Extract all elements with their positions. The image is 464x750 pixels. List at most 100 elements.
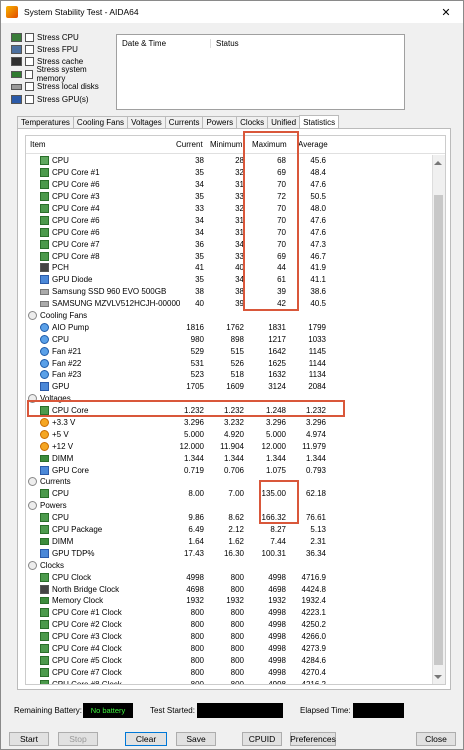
row-average: 1799 bbox=[308, 322, 326, 332]
vertical-scrollbar[interactable] bbox=[432, 155, 445, 684]
table-row[interactable]: North Bridge Clock 4698 800 4698 4424.8 bbox=[26, 583, 431, 595]
table-row[interactable]: Fan #22 531 526 1625 1144 bbox=[26, 357, 431, 369]
table-row[interactable]: CPU Core #3 35 33 72 50.5 bbox=[26, 191, 431, 203]
clear-button[interactable]: Clear bbox=[125, 732, 167, 746]
table-row[interactable]: Fan #21 529 515 1642 1145 bbox=[26, 345, 431, 357]
stress-option[interactable]: Stress GPU(s) bbox=[11, 93, 115, 105]
row-label: CPU Core #1 Clock bbox=[52, 608, 122, 618]
col-current[interactable]: Current bbox=[176, 140, 203, 149]
row-minimum: 526 bbox=[230, 358, 244, 368]
table-row[interactable]: CPU Core #4 33 32 70 48.0 bbox=[26, 203, 431, 215]
sensor-core-icon bbox=[40, 180, 49, 190]
stress-checkbox[interactable] bbox=[25, 57, 34, 67]
row-current: 35 bbox=[195, 192, 204, 202]
stress-checkbox[interactable] bbox=[25, 45, 34, 55]
stress-option[interactable]: Stress CPU bbox=[11, 31, 115, 43]
table-row[interactable]: CPU Core #5 Clock 800 800 4998 4284.6 bbox=[26, 654, 431, 666]
stress-checkbox[interactable] bbox=[25, 94, 34, 104]
row-label: AIO Pump bbox=[52, 322, 89, 332]
row-average: 1932.4 bbox=[301, 596, 326, 606]
table-row[interactable]: CPU 980 898 1217 1033 bbox=[26, 333, 431, 345]
table-row[interactable]: GPU Core 0.719 0.706 1.075 0.793 bbox=[26, 464, 431, 476]
table-row[interactable]: CPU Core #1 Clock 800 800 4998 4223.1 bbox=[26, 607, 431, 619]
scroll-thumb[interactable] bbox=[434, 195, 443, 665]
row-average: 0.793 bbox=[305, 465, 326, 475]
table-row[interactable]: GPU 1705 1609 3124 2084 bbox=[26, 381, 431, 393]
preferences-button[interactable]: Preferences bbox=[290, 732, 336, 746]
table-row[interactable]: SAMSUNG MZVLV512HCJH-00000 40 39 42 40.5 bbox=[26, 298, 431, 310]
table-row[interactable]: CPU Clock 4998 800 4998 4716.9 bbox=[26, 571, 431, 583]
title-bar[interactable]: System Stability Test - AIDA64 ✕ bbox=[1, 1, 463, 23]
row-maximum: 1831 bbox=[268, 322, 286, 332]
scroll-down-icon[interactable] bbox=[434, 675, 442, 679]
table-row[interactable]: AIO Pump 1816 1762 1831 1799 bbox=[26, 321, 431, 333]
stress-option[interactable]: Stress FPU bbox=[11, 43, 115, 55]
row-item: Powers bbox=[28, 501, 67, 511]
table-row[interactable]: GPU TDP% 17.43 16.30 100.31 36.34 bbox=[26, 547, 431, 559]
stress-checkbox[interactable] bbox=[24, 69, 34, 79]
table-row[interactable]: Memory Clock 1932 1932 1932 1932.4 bbox=[26, 595, 431, 607]
table-row[interactable]: CPU 38 28 68 45.6 bbox=[26, 155, 431, 167]
row-average: 4424.8 bbox=[301, 584, 326, 594]
group-row[interactable]: Powers bbox=[26, 500, 431, 512]
col-minimum[interactable]: Minimum bbox=[210, 140, 242, 149]
sensor-core-icon bbox=[40, 632, 49, 642]
start-button[interactable]: Start bbox=[9, 732, 49, 746]
table-row[interactable]: CPU Core #6 34 31 70 47.6 bbox=[26, 214, 431, 226]
table-row[interactable]: CPU 8.00 7.00 135.00 62.18 bbox=[26, 488, 431, 500]
table-row[interactable]: CPU Core #1 35 32 69 48.4 bbox=[26, 167, 431, 179]
table-row[interactable]: DIMM 1.64 1.62 7.44 2.31 bbox=[26, 536, 431, 548]
table-row[interactable]: DIMM 1.344 1.344 1.344 1.344 bbox=[26, 452, 431, 464]
stress-checkbox[interactable] bbox=[25, 32, 34, 42]
table-row[interactable]: CPU Core #8 Clock 800 800 4998 4216.2 bbox=[26, 678, 431, 684]
row-current: 4998 bbox=[186, 572, 204, 582]
stop-button[interactable]: Stop bbox=[58, 732, 98, 746]
row-maximum: 70 bbox=[277, 180, 286, 190]
table-row[interactable]: CPU Core 1.232 1.232 1.248 1.232 bbox=[26, 405, 431, 417]
table-row[interactable]: CPU Core #3 Clock 800 800 4998 4266.0 bbox=[26, 631, 431, 643]
col-average[interactable]: Average bbox=[298, 140, 328, 149]
table-row[interactable]: +5 V 5.000 4.920 5.000 4.974 bbox=[26, 428, 431, 440]
table-row[interactable]: CPU Core #2 Clock 800 800 4998 4250.2 bbox=[26, 619, 431, 631]
col-item[interactable]: Item bbox=[30, 140, 46, 149]
cpuid-button[interactable]: CPUID bbox=[242, 732, 282, 746]
row-average: 47.6 bbox=[310, 227, 326, 237]
window-close-button[interactable]: ✕ bbox=[429, 1, 463, 23]
table-row[interactable]: CPU Core #8 35 33 69 46.7 bbox=[26, 250, 431, 262]
log-col-status[interactable]: Status bbox=[211, 39, 239, 48]
table-row[interactable]: +12 V 12.000 11.904 12.000 11.979 bbox=[26, 440, 431, 452]
table-row[interactable]: CPU Core #7 36 34 70 47.3 bbox=[26, 238, 431, 250]
table-row[interactable]: Fan #23 523 518 1632 1134 bbox=[26, 369, 431, 381]
table-row[interactable]: CPU Package 6.49 2.12 8.27 5.13 bbox=[26, 524, 431, 536]
table-row[interactable]: CPU Core #6 34 31 70 47.6 bbox=[26, 179, 431, 191]
group-row[interactable]: Voltages bbox=[26, 393, 431, 405]
save-button[interactable]: Save bbox=[176, 732, 216, 746]
row-maximum: 70 bbox=[277, 215, 286, 225]
row-current: 38 bbox=[195, 156, 204, 166]
scroll-up-icon[interactable] bbox=[434, 161, 442, 165]
table-row[interactable]: CPU Core #6 34 31 70 47.6 bbox=[26, 226, 431, 238]
event-log[interactable]: Date & Time Status bbox=[116, 34, 405, 110]
table-row[interactable]: +3.3 V 3.296 3.232 3.296 3.296 bbox=[26, 417, 431, 429]
stress-option[interactable]: Stress system memory bbox=[11, 65, 115, 83]
close-button[interactable]: Close bbox=[416, 732, 456, 746]
statistics-grid[interactable]: Item Current Minimum Maximum Average CPU… bbox=[25, 135, 446, 685]
grid-header: Item Current Minimum Maximum Average bbox=[26, 136, 445, 154]
col-maximum[interactable]: Maximum bbox=[252, 140, 287, 149]
table-row[interactable]: CPU Core #7 Clock 800 800 4998 4270.4 bbox=[26, 666, 431, 678]
table-row[interactable]: GPU Diode 35 34 61 41.1 bbox=[26, 274, 431, 286]
table-row[interactable]: Samsung SSD 960 EVO 500GB 38 38 39 38.6 bbox=[26, 286, 431, 298]
group-row[interactable]: Cooling Fans bbox=[26, 310, 431, 322]
table-row[interactable]: PCH 41 40 44 41.9 bbox=[26, 262, 431, 274]
table-row[interactable]: CPU 9.86 8.62 166.32 76.61 bbox=[26, 512, 431, 524]
tab-statistics[interactable]: Statistics bbox=[299, 115, 340, 129]
row-maximum: 1.248 bbox=[265, 406, 286, 416]
group-row[interactable]: Clocks bbox=[26, 559, 431, 571]
stress-checkbox[interactable] bbox=[25, 82, 34, 92]
row-item: +12 V bbox=[40, 441, 73, 451]
table-row[interactable]: CPU Core #4 Clock 800 800 4998 4273.9 bbox=[26, 643, 431, 655]
log-col-date[interactable]: Date & Time bbox=[117, 38, 211, 48]
stress-label: Stress CPU bbox=[37, 32, 79, 42]
group-row[interactable]: Currents bbox=[26, 476, 431, 488]
row-item: CPU Core #8 Clock bbox=[40, 679, 122, 684]
